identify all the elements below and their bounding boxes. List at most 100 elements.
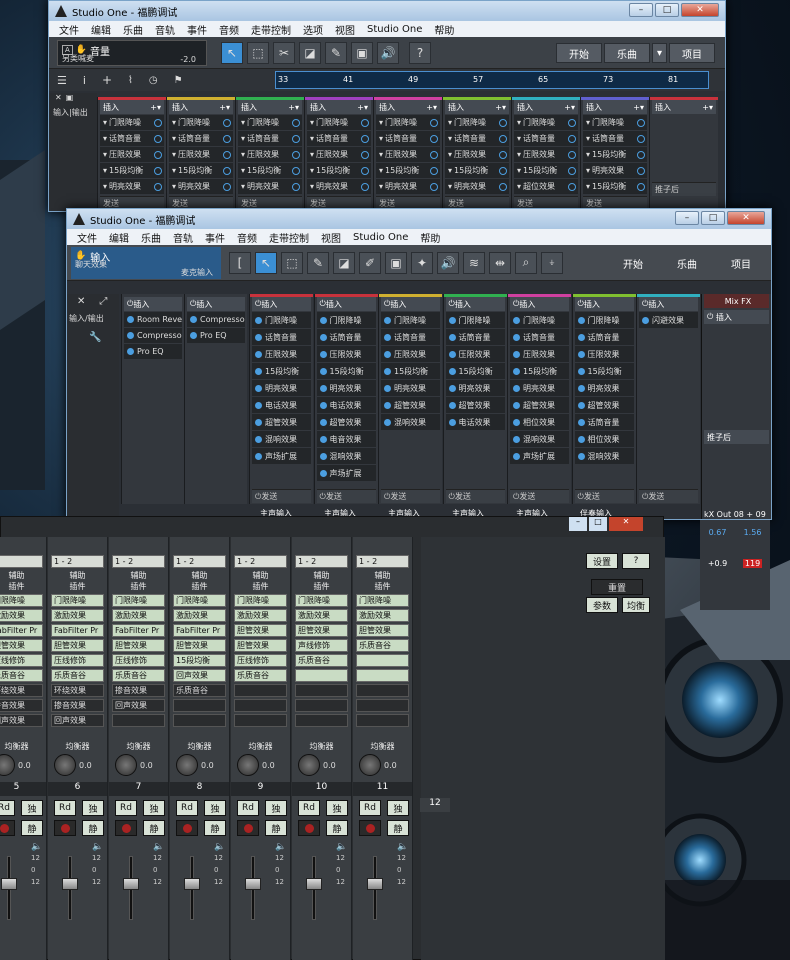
insert-slot[interactable]: 15段均衡 [252,363,311,379]
insert-slot[interactable]: 声场扩展 [252,448,311,464]
power-icon[interactable] [499,150,507,159]
send-header[interactable]: ⏻ 发送 [510,489,569,503]
pencil-tool-icon[interactable]: ✎ [325,41,347,64]
insert-slot[interactable]: 超管效果 [252,414,311,430]
insert-slot[interactable]: ▾ 15段均衡 [238,163,302,178]
power-icon[interactable] [255,452,262,460]
add-insert-icon[interactable]: +▾ [426,103,437,112]
insert-slot[interactable]: 掺音效果 [112,684,165,697]
solo-button[interactable]: 独 [326,800,348,816]
insert-slot[interactable]: ▾ 15段均衡 [583,147,647,162]
send-header[interactable]: ⏻ 发送 [381,489,440,503]
power-icon[interactable] [384,333,391,341]
power-icon[interactable] [361,118,369,127]
insert-slot[interactable]: ▾ 话筒音量 [514,131,578,146]
power-icon[interactable] [255,384,262,392]
add-insert-icon[interactable]: +▾ [150,103,161,112]
insert-slot[interactable] [234,699,287,712]
arrow-tool-icon[interactable]: ↖ [221,41,243,64]
insert-slot[interactable]: 压限效果 [316,346,376,362]
channel-display[interactable]: A ✋ 音量 另类喊麦 -2.0 [57,39,207,66]
send-header[interactable]: ⏻ 发送 [445,489,505,503]
power-icon[interactable] [127,332,134,339]
power-icon[interactable] [513,401,520,409]
power-icon[interactable] [577,435,585,443]
insert-slot[interactable] [356,714,409,727]
insert-slot[interactable]: 混响效果 [574,448,634,464]
insert-slot[interactable]: 话筒音量 [574,329,634,345]
power-icon[interactable] [513,333,520,341]
menu-item[interactable]: 视图 [321,230,341,245]
insert-slot[interactable]: 压线修饰 [51,654,104,667]
power-icon[interactable] [430,166,438,175]
power-icon[interactable] [319,316,327,324]
insert-slot[interactable]: 话筒音量 [252,329,311,345]
insert-slot[interactable]: 门限降噪 [381,312,440,328]
insert-slot[interactable]: 回声效果 [0,714,43,727]
speaker-tool-icon[interactable]: 🔊 [377,41,399,64]
song-button[interactable]: 乐曲 [603,43,650,63]
solo-button[interactable]: 独 [204,800,226,816]
insert-slot[interactable]: 乐质音谷 [112,669,165,682]
insert-slot[interactable]: ▾ 15段均衡 [376,163,440,178]
insert-header[interactable]: ⏻ 插入 [124,297,182,311]
close-panel-icon[interactable]: ✕ [77,296,85,307]
insert-slot[interactable]: 声场扩展 [316,465,376,481]
insert-slot[interactable]: 压限效果 [252,346,311,362]
insert-slot[interactable]: 声场扩展 [510,448,569,464]
insert-slot[interactable]: 明亮效果 [510,380,569,396]
insert-slot[interactable]: 回声效果 [51,714,104,727]
power-icon[interactable] [361,134,369,143]
insert-slot[interactable]: ▾ 15段均衡 [583,179,647,194]
menu-item[interactable]: 帮助 [434,22,454,37]
power-icon[interactable] [292,118,300,127]
minimize-button[interactable]: – [569,517,587,531]
insert-slot[interactable]: ▾ 门限降噪 [100,115,164,130]
add-insert-icon[interactable]: +▾ [357,103,368,112]
read-button[interactable]: Rd [176,800,198,816]
insert-slot[interactable]: 激励效果 [234,609,287,622]
insert-slot[interactable]: 乐质音谷 [356,639,409,652]
power-icon[interactable] [361,182,369,191]
insert-slot[interactable]: ▾ 话筒音量 [238,131,302,146]
menu-item[interactable]: 编辑 [91,22,111,37]
menu-item[interactable]: 文件 [59,22,79,37]
insert-header[interactable]: ⏻ 插入 [252,297,311,311]
insert-header[interactable]: 插入 +▾ [307,100,371,114]
power-icon[interactable] [637,118,645,127]
power-icon[interactable] [384,367,391,375]
solo-button[interactable]: 独 [387,800,409,816]
power-icon[interactable] [568,182,576,191]
send-header[interactable]: ⏻ 发送 [639,489,698,503]
power-icon[interactable] [319,333,327,341]
insert-slot[interactable] [234,714,287,727]
insert-slot[interactable]: ▾ 门限降噪 [514,115,578,130]
insert-slot[interactable]: 电话效果 [252,397,311,413]
mute-tool-icon[interactable]: ▣ [351,41,373,64]
record-arm-button[interactable] [115,820,137,836]
insert-slot[interactable] [295,684,348,697]
output-route-selector[interactable]: 1 - 2 [234,555,287,568]
automation-icon[interactable]: ⌇ [128,75,133,86]
power-icon[interactable] [319,418,327,426]
maximize-button[interactable]: □ [589,517,607,531]
insert-slot[interactable]: 压限效果 [445,346,505,362]
mute-button[interactable]: 静 [387,820,409,836]
power-icon[interactable] [568,118,576,127]
record-arm-button[interactable] [359,820,381,836]
insert-slot[interactable]: 明亮效果 [316,380,376,396]
power-icon[interactable] [513,384,520,392]
start-button[interactable]: 开始 [607,253,659,273]
insert-slot[interactable]: 话筒音量 [381,329,440,345]
insert-slot[interactable] [173,714,226,727]
insert-slot[interactable]: 明亮效果 [574,380,634,396]
insert-slot[interactable]: ▾ 明亮效果 [445,179,509,194]
insert-slot[interactable]: 胆管效果 [51,639,104,652]
power-icon[interactable] [384,384,391,392]
bracket-icon[interactable]: [ [229,251,251,274]
insert-slot[interactable]: 压限效果 [381,346,440,362]
insert-header[interactable]: ⏻ 插入 [187,297,245,311]
insert-slot[interactable]: 乐质音谷 [173,684,226,697]
insert-slot[interactable]: ▾ 压限效果 [376,147,440,162]
power-icon[interactable] [577,350,585,358]
